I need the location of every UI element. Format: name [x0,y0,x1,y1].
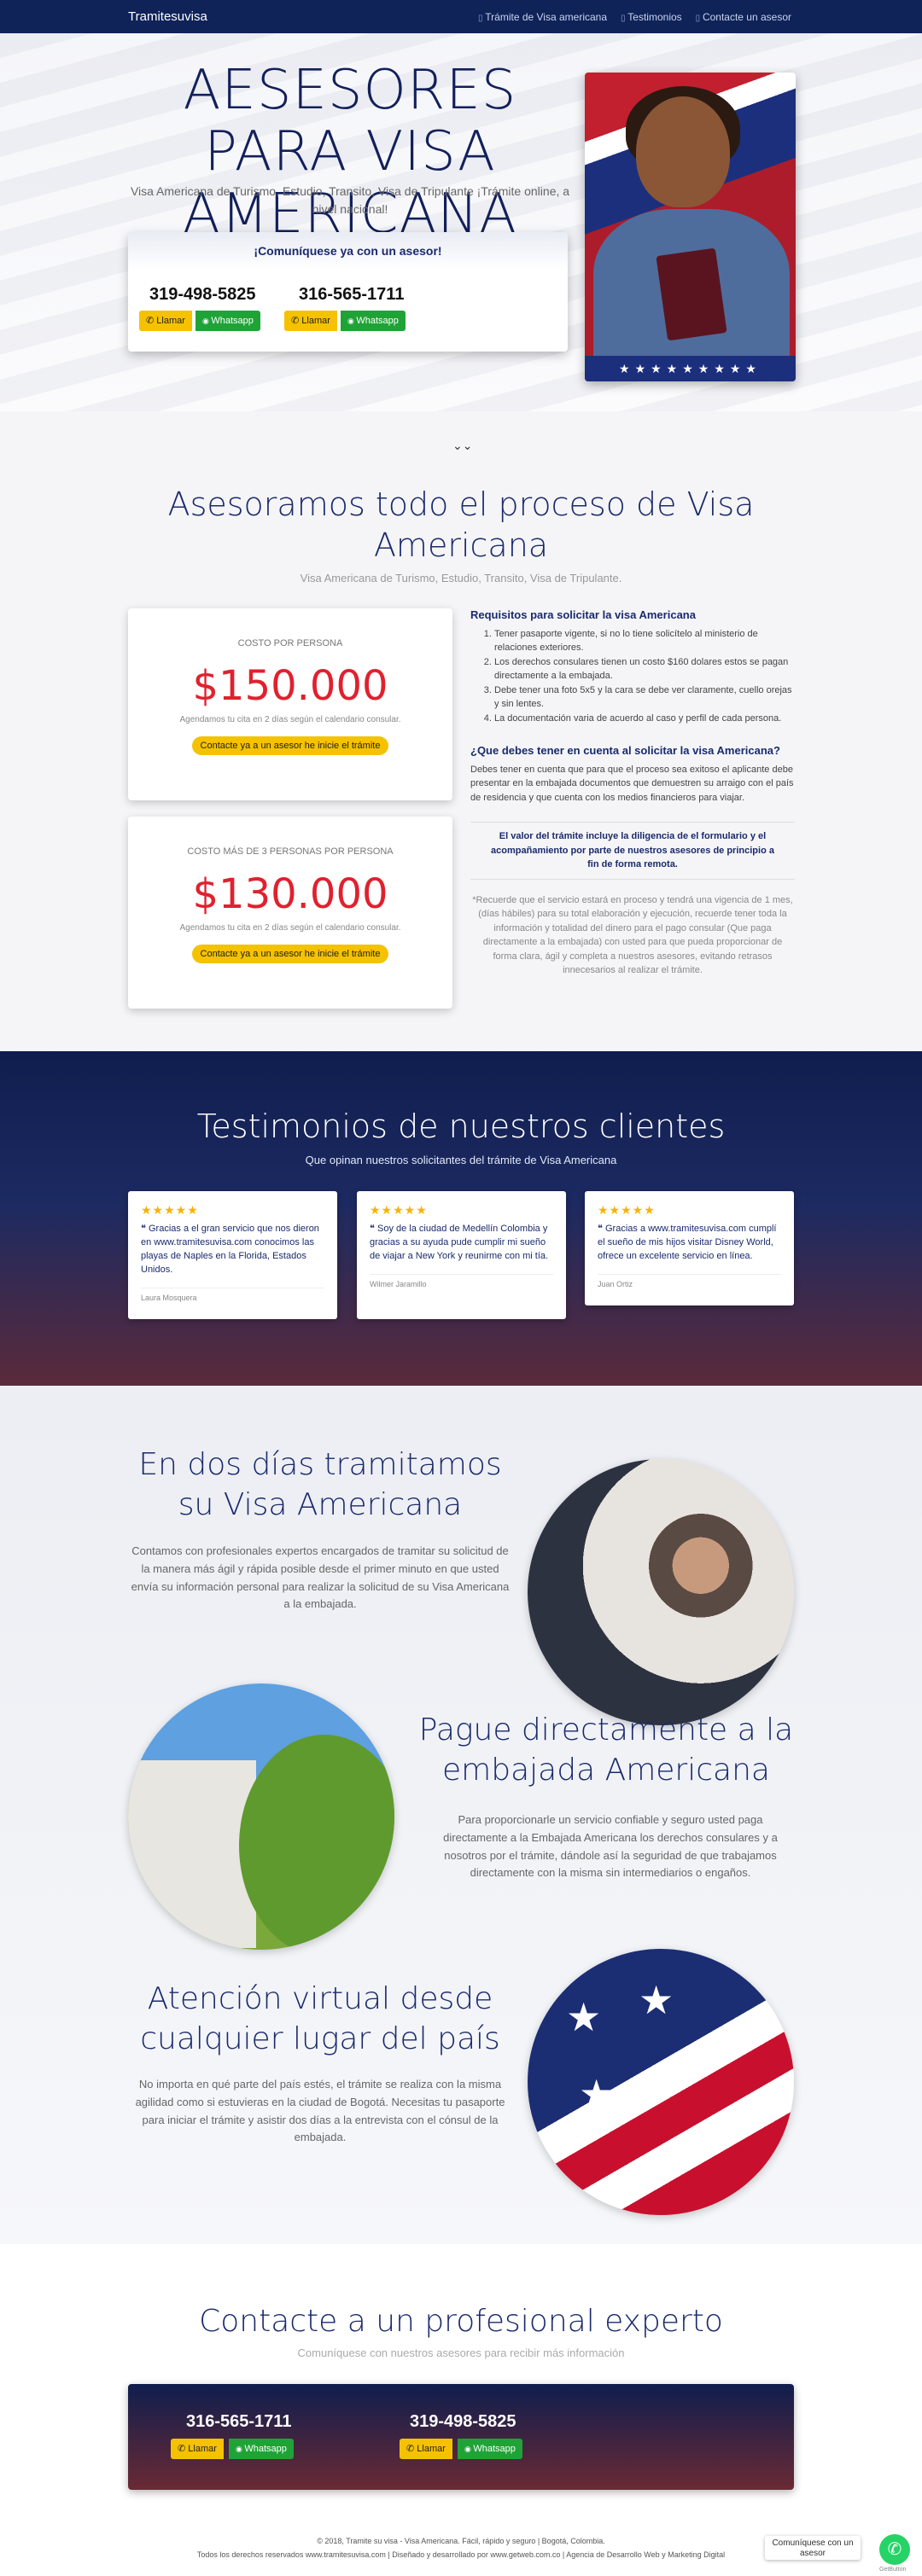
requirements-list: Tener pasaporte vigente, si no lo tiene … [470,627,795,726]
contact-box: 316-565-1711 Llamar Whatsapp 319-498-582… [128,2384,794,2490]
whatsapp-fab-icon[interactable]: ✆ [879,2534,910,2565]
rating-stars: ★★★★★ [598,1203,656,1217]
hero-whatsapp-button-1[interactable]: Whatsapp [195,311,260,331]
top-navbar: Tramitesuvisa Trámite de Visa americana … [0,0,922,33]
price-cta-button[interactable]: Contacte ya a un asesor he inicie el trá… [191,945,389,963]
capitol-building-image [128,1683,394,1950]
contact-phone-1: 316-565-1711 [186,2412,292,2431]
requirement-item: Tener pasaporte vigente, si no lo tiene … [494,627,795,655]
scroll-down-icon[interactable]: ⌄⌄ [452,439,472,453]
nav-links: Trámite de Visa americana Testimonios Co… [478,11,791,23]
fine-print: *Recuerde que el servicio estará en proc… [472,894,793,976]
price-card-single: COSTO POR PERSONA $150.000 Agendamos tu … [128,608,452,800]
requirement-item: Debe tener una foto 5x5 y la cara se deb… [494,683,795,712]
hero-phone-2: 316-565-1711 [299,285,405,304]
nav-link-testimonios[interactable]: Testimonios [621,11,681,23]
contact-phone-2: 319-498-5825 [410,2412,516,2431]
price-note: Agendamos tu cita en 2 días según el cal… [179,715,401,724]
testimonial-author: Laura Mosquera [141,1287,324,1302]
nav-link-tramite[interactable]: Trámite de Visa americana [478,11,607,23]
testimonials-subtitle: Que opinan nuestros solicitantes del trá… [305,1154,617,1166]
testimonial-text: Gracias a www.tramitesuvisa.com cumplí e… [598,1223,781,1264]
feature-title-virtual: Atención virtual desde cualquier lugar d… [140,1981,500,2056]
contact-call-button-1[interactable]: Llamar [171,2439,224,2459]
feature-text-virtual: No importa en qué parte del país estés, … [135,2078,505,2144]
testimonial-author: Wilmer Jaramillo [370,1273,553,1288]
price-card-group: COSTO MÁS DE 3 PERSONAS POR PERSONA $130… [128,817,452,1009]
call-box-heading: ¡Comuníquese ya con un asesor! [128,232,568,270]
consider-text: Debes tener en cuenta que para que el pr… [470,764,794,803]
testimonial-card: ★★★★★ Gracias a www.tramitesuvisa.com cu… [585,1191,794,1305]
hero-subtitle: Visa Americana de Turismo, Estudio, Tran… [130,184,570,216]
brand-logo[interactable]: Tramitesuvisa [128,9,207,24]
rating-stars: ★★★★★ [141,1203,199,1217]
requirements-title: Requisitos para solicitar la visa Americ… [470,608,696,621]
hero-call-button-2[interactable]: Llamar [284,311,337,331]
price-note: Agendamos tu cita en 2 días según el cal… [179,923,401,933]
requirement-item: La documentación varia de acuerdo al cas… [494,712,795,726]
feature-text-pay-embassy: Para proporcionarle un servicio confiabl… [443,1813,778,1880]
contact-whatsapp-button-1[interactable]: Whatsapp [229,2439,294,2459]
price-cta-button[interactable]: Contacte ya a un asesor he inicie el trá… [191,736,389,755]
price-amount: $130.000 [192,870,388,918]
getbutton-label: GetButton [879,2567,907,2573]
hero-whatsapp-button-2[interactable]: Whatsapp [341,311,406,331]
hero-call-button-1[interactable]: Llamar [139,311,192,331]
us-flag-image: ★ ★ ★ ★ [528,1949,794,2215]
business-team-image [528,1459,794,1725]
consider-title: ¿Que debes tener en cuenta al solicitar … [470,744,780,757]
testimonial-card: ★★★★★ Gracias a el gran servicio que nos… [128,1191,337,1319]
requirements-panel: Requisitos para solicitar la visa Americ… [470,607,795,978]
hero-woman-passport-image: ★★★★★★★★★ [585,73,796,381]
feature-title-pay-embassy: Pague directamente a la embajada America… [418,1712,794,1788]
price-amount: $150.000 [192,662,388,710]
contact-title: Contacte a un profesional experto [199,2304,723,2339]
testimonial-text: Soy de la ciudad de Medellín Colombia y … [370,1223,553,1264]
process-subtitle: Visa Americana de Turismo, Estudio, Tran… [300,572,622,584]
requirement-item: Los derechos consulares tienen un costo … [494,655,795,683]
contact-subtitle: Comuníquese con nuestros asesores para r… [297,2346,625,2359]
feature-text-two-days: Contamos con profesionales expertos enca… [131,1544,510,1611]
rating-stars: ★★★★★ [370,1203,428,1217]
hero-phone-1: 319-498-5825 [149,285,256,304]
whatsapp-bubble[interactable]: Comuníquese con un asesor [765,2536,861,2560]
testimonials-title: Testimonios de nuestros clientes [196,1108,726,1145]
process-title: Asesoramos todo el proceso de Visa Ameri… [167,486,755,564]
contact-whatsapp-button-2[interactable]: Whatsapp [458,2439,522,2459]
contact-call-button-2[interactable]: Llamar [400,2439,452,2459]
testimonial-card: ★★★★★ Soy de la ciudad de Medellín Colom… [357,1191,566,1319]
value-highlight: El valor del trámite incluye la diligenc… [470,822,795,880]
nav-link-contacte[interactable]: Contacte un asesor [696,11,791,23]
feature-title-two-days: En dos días tramitamos su Visa Americana [138,1447,502,1522]
testimonial-author: Juan Ortiz [598,1273,781,1288]
price-label: COSTO POR PERSONA [237,638,343,648]
hero-call-box: ¡Comuníquese ya con un asesor! 319-498-5… [128,232,568,352]
price-label: COSTO MÁS DE 3 PERSONAS POR PERSONA [187,846,394,857]
testimonial-text: Gracias a el gran servicio que nos diero… [141,1223,324,1277]
